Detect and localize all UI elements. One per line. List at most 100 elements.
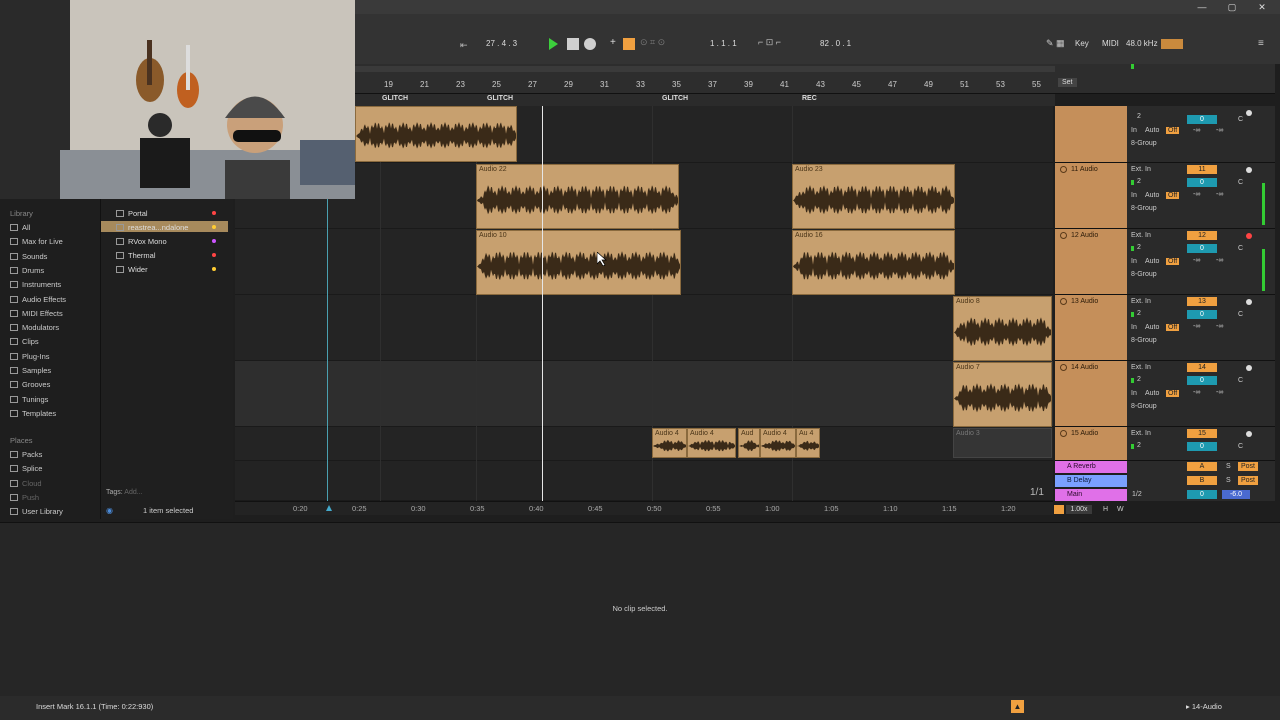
track-volume[interactable]: 0 xyxy=(1187,178,1217,187)
browser-item[interactable]: Portal xyxy=(116,209,148,218)
audio-clip-small[interactable]: Audio 4 xyxy=(687,428,736,458)
track-header[interactable]: 11 Audio xyxy=(1055,163,1127,229)
browser-item[interactable]: Wider xyxy=(116,265,148,274)
audio-clip-audio-8[interactable]: Audio 8 xyxy=(953,296,1052,361)
track-volume[interactable]: 0 xyxy=(1187,376,1217,385)
audio-clip-audio-3[interactable]: Audio 3 xyxy=(953,428,1052,458)
track-header[interactable]: 14 Audio xyxy=(1055,361,1127,427)
loop-toggle-icon[interactable] xyxy=(1054,505,1064,514)
monitor-in-button[interactable]: In xyxy=(1131,127,1137,134)
send-value[interactable]: -∞ xyxy=(1216,389,1223,396)
record-arm-icon[interactable] xyxy=(1246,299,1252,305)
audio-clip-small[interactable]: Au 4 xyxy=(796,428,820,458)
input-channel-select[interactable]: 2 xyxy=(1137,310,1141,317)
return-b-button[interactable]: B xyxy=(1187,476,1217,485)
track-pan[interactable]: C xyxy=(1238,245,1243,252)
monitor-in-button[interactable]: In xyxy=(1131,390,1137,397)
track-header[interactable] xyxy=(1055,106,1127,163)
sidebar-item[interactable]: Modulators xyxy=(10,323,59,332)
input-channel-select[interactable]: 2 xyxy=(1137,113,1141,120)
monitor-auto-button[interactable]: Auto xyxy=(1145,324,1159,331)
arrangement-position[interactable]: 27 . 4 . 3 xyxy=(486,37,517,51)
output-select[interactable]: 8-Group xyxy=(1131,140,1157,147)
places-item[interactable]: Push xyxy=(10,493,39,502)
track-fold-icon[interactable] xyxy=(1060,166,1067,173)
record-arm-icon[interactable] xyxy=(1246,110,1252,116)
monitor-auto-button[interactable]: Auto xyxy=(1145,127,1159,134)
output-select[interactable]: 8-Group xyxy=(1131,337,1157,344)
track-activator[interactable]: 14 xyxy=(1187,363,1217,372)
track-lane[interactable] xyxy=(235,427,1053,461)
midi-map-button[interactable]: MIDI xyxy=(1102,37,1119,51)
track-pan[interactable]: C xyxy=(1238,377,1243,384)
sidebar-item[interactable]: Tunings xyxy=(10,395,48,404)
key-map-button[interactable]: Key xyxy=(1075,37,1089,51)
audio-clip-small[interactable]: Aud xyxy=(738,428,760,458)
return-lanes[interactable] xyxy=(235,461,1053,501)
preview-icon[interactable]: ◉ xyxy=(106,506,113,515)
return-track-b[interactable]: B Delay xyxy=(1055,475,1127,487)
monitor-in-button[interactable]: In xyxy=(1131,324,1137,331)
track-pan[interactable]: C xyxy=(1238,311,1243,318)
track-pan[interactable]: C xyxy=(1238,443,1243,450)
browser-item[interactable]: RVox Mono xyxy=(116,237,167,246)
monitor-auto-button[interactable]: Auto xyxy=(1145,390,1159,397)
h-button[interactable]: H xyxy=(1103,506,1108,513)
sidebar-item[interactable]: Samples xyxy=(10,366,51,375)
w-button[interactable]: W xyxy=(1117,506,1124,513)
sidebar-item[interactable]: Max for Live xyxy=(10,237,63,246)
overview-strip[interactable] xyxy=(355,66,1055,72)
audio-clip-audio-10[interactable]: Audio 10 xyxy=(476,230,681,295)
track-header[interactable]: 15 Audio xyxy=(1055,427,1127,461)
sidebar-item[interactable]: All xyxy=(10,223,30,232)
sidebar-item[interactable]: Audio Effects xyxy=(10,295,66,304)
output-select[interactable]: 8-Group xyxy=(1131,271,1157,278)
main-volume[interactable]: 0 xyxy=(1187,490,1217,499)
sidebar-item[interactable]: Drums xyxy=(10,266,44,275)
follow-icon[interactable]: ⇤ xyxy=(460,40,468,51)
send-value[interactable]: -∞ xyxy=(1216,191,1223,198)
track-header[interactable]: 12 Audio xyxy=(1055,229,1127,295)
record-arm-icon[interactable] xyxy=(1246,431,1252,437)
input-type-select[interactable]: Ext. In xyxy=(1131,166,1151,173)
send-value[interactable]: -∞ xyxy=(1193,389,1200,396)
monitor-off-button[interactable]: Off xyxy=(1166,192,1180,199)
browser-item[interactable]: reastrea...ndalone xyxy=(116,223,188,232)
record-arm-icon[interactable] xyxy=(1246,365,1252,371)
track-activator[interactable]: 11 xyxy=(1187,165,1217,174)
loop-length-field[interactable]: 82 . 0 . 1 xyxy=(820,37,851,51)
audio-clip-audio-22[interactable]: Audio 22 xyxy=(476,164,679,229)
send-value[interactable]: -∞ xyxy=(1216,257,1223,264)
menu-icon[interactable]: ≡ xyxy=(1258,38,1264,49)
return-track-a[interactable]: A Reverb xyxy=(1055,461,1127,473)
maximize-button[interactable]: ▢ xyxy=(1222,0,1242,14)
sidebar-item[interactable]: Templates xyxy=(10,409,56,418)
track-volume[interactable]: 0 xyxy=(1187,115,1217,124)
automation-arm-icon[interactable] xyxy=(623,38,635,50)
output-select[interactable]: 8-Group xyxy=(1131,403,1157,410)
monitor-off-button[interactable]: Off xyxy=(1166,127,1180,134)
loop-start-field[interactable]: 1 . 1 . 1 xyxy=(710,37,737,51)
track-pan[interactable]: C xyxy=(1238,116,1243,123)
track-fold-icon[interactable] xyxy=(1060,232,1067,239)
sidebar-item[interactable]: Instruments xyxy=(10,280,61,289)
close-button[interactable]: ✕ xyxy=(1252,0,1272,14)
locator-glitch-2[interactable]: GLITCH xyxy=(487,95,513,102)
track-activator[interactable]: 13 xyxy=(1187,297,1217,306)
draw-mode-icon[interactable]: ✎ ▦ xyxy=(1046,38,1065,49)
input-type-select[interactable]: Ext. In xyxy=(1131,430,1151,437)
sidebar-item[interactable]: Grooves xyxy=(10,380,50,389)
main-db[interactable]: -6.0 xyxy=(1222,490,1250,499)
input-channel-select[interactable]: 2 xyxy=(1137,178,1141,185)
places-item[interactable]: Splice xyxy=(10,464,42,473)
audio-clip-audio-7[interactable]: Audio 7 xyxy=(953,362,1052,427)
record-icon[interactable] xyxy=(584,38,596,50)
track-header[interactable]: 13 Audio xyxy=(1055,295,1127,361)
record-arm-icon[interactable] xyxy=(1246,167,1252,173)
audio-clip-small[interactable]: Audio 4 xyxy=(760,428,796,458)
warning-icon[interactable]: ▲ xyxy=(1011,700,1024,713)
solo-button[interactable]: S xyxy=(1226,477,1231,484)
send-value[interactable]: -∞ xyxy=(1193,257,1200,264)
loop-icon[interactable]: ⌐ ⊡ ⌐ xyxy=(758,37,781,48)
track-lane[interactable] xyxy=(235,361,1053,427)
